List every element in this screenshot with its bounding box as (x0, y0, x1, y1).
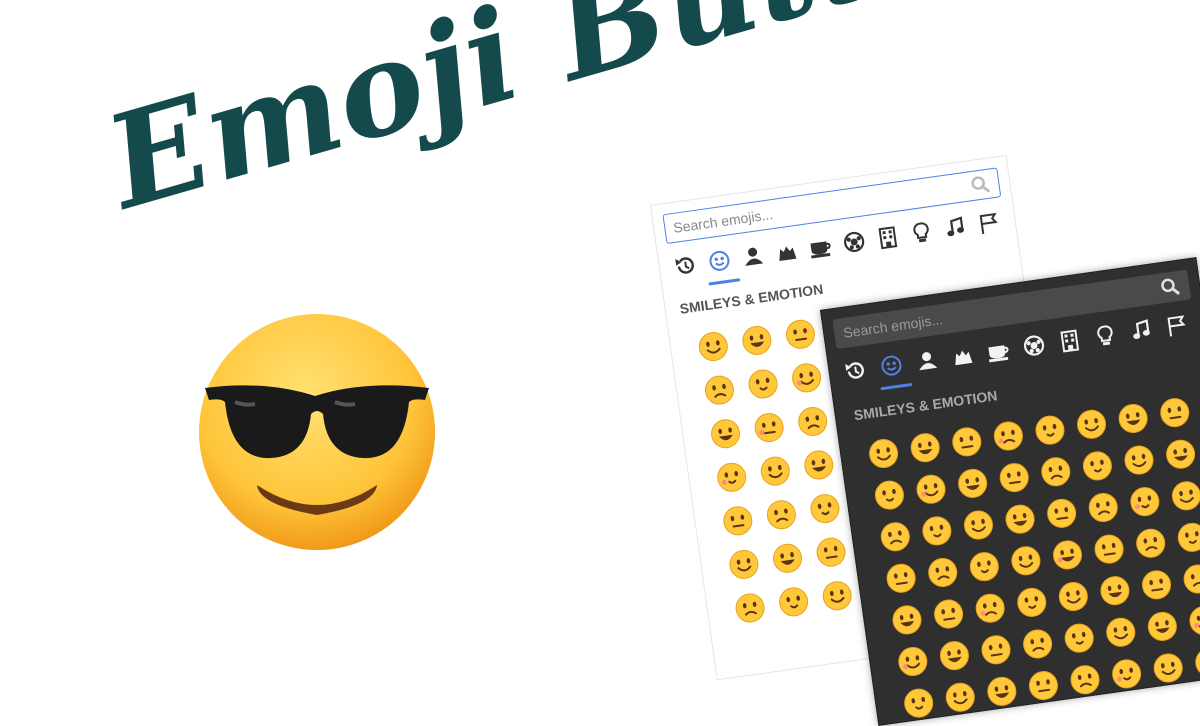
emoji-cell[interactable] (868, 438, 900, 470)
emoji-cell[interactable] (698, 331, 730, 363)
emoji-cell[interactable] (1141, 569, 1173, 601)
emoji-cell[interactable] (716, 461, 748, 493)
emoji-cell[interactable] (1171, 480, 1200, 512)
emoji-cell[interactable] (1111, 658, 1143, 690)
emoji-cell[interactable] (1159, 397, 1191, 429)
emoji-cell[interactable] (1004, 503, 1036, 535)
emoji-cell[interactable] (785, 319, 817, 351)
emoji-cell[interactable] (944, 681, 976, 713)
emoji-cell[interactable] (986, 676, 1018, 708)
emoji-cell[interactable] (903, 687, 935, 719)
emoji-cell[interactable] (1022, 628, 1054, 660)
emoji-cell[interactable] (1147, 611, 1179, 643)
emoji-cell[interactable] (1087, 492, 1119, 524)
emoji-cell[interactable] (963, 509, 995, 541)
emoji-cell[interactable] (897, 646, 929, 678)
emoji-cell[interactable] (1105, 616, 1137, 648)
emoji-cell[interactable] (772, 542, 804, 574)
emoji-cell[interactable] (704, 374, 736, 406)
emoji-cell[interactable] (1028, 670, 1060, 702)
emoji-cell[interactable] (1117, 403, 1149, 435)
emoji-cell[interactable] (741, 325, 773, 357)
emoji-cell[interactable] (1194, 646, 1200, 678)
emoji-cell[interactable] (915, 473, 947, 505)
emoji-cell[interactable] (1010, 545, 1042, 577)
emoji-cell[interactable] (1069, 664, 1101, 696)
emoji-cell[interactable] (1058, 581, 1090, 613)
emoji-cell[interactable] (1182, 563, 1200, 595)
emoji-grid (868, 397, 1200, 719)
emoji-cell[interactable] (921, 515, 953, 547)
emoji-cell[interactable] (722, 505, 754, 537)
emoji-cell[interactable] (951, 426, 983, 458)
emoji-cell[interactable] (933, 598, 965, 630)
emoji-cell[interactable] (1040, 456, 1072, 488)
emoji-cell[interactable] (1165, 438, 1197, 470)
emoji-cell[interactable] (879, 521, 911, 553)
emoji-cell[interactable] (766, 499, 798, 531)
emoji-cell[interactable] (1034, 414, 1066, 446)
emoji-cell[interactable] (734, 592, 766, 624)
emoji-cell[interactable] (803, 449, 835, 481)
emoji-cell[interactable] (974, 592, 1006, 624)
emoji-cell[interactable] (1093, 533, 1125, 565)
emoji-cell[interactable] (778, 586, 810, 618)
emoji-cell[interactable] (1016, 587, 1048, 619)
sunglasses-emoji-icon (199, 314, 435, 550)
emoji-cell[interactable] (797, 406, 829, 438)
emoji-cell[interactable] (980, 634, 1012, 666)
emoji-cell[interactable] (809, 493, 841, 525)
emoji-cell[interactable] (728, 549, 760, 581)
emoji-cell[interactable] (1123, 444, 1155, 476)
emoji-cell[interactable] (1082, 450, 1114, 482)
emoji-cell[interactable] (759, 455, 791, 487)
emoji-cell[interactable] (791, 362, 823, 394)
emoji-cell[interactable] (1176, 522, 1200, 554)
emoji-cell[interactable] (1063, 622, 1095, 654)
emoji-cell[interactable] (815, 536, 847, 568)
emoji-cell[interactable] (969, 551, 1001, 583)
emoji-cell[interactable] (909, 432, 941, 464)
emoji-cell[interactable] (753, 412, 785, 444)
emoji-picker-dark: Search emojis... SMILEYS & EMOTION (820, 257, 1200, 726)
emoji-cell[interactable] (821, 580, 853, 612)
emoji-cell[interactable] (957, 468, 989, 500)
emoji-cell[interactable] (1076, 409, 1108, 441)
emoji-cell[interactable] (927, 557, 959, 589)
emoji-cell[interactable] (874, 479, 906, 511)
emoji-cell[interactable] (1099, 575, 1131, 607)
emoji-cell[interactable] (891, 604, 923, 636)
emoji-cell[interactable] (1152, 652, 1184, 684)
emoji-cell[interactable] (747, 368, 779, 400)
emoji-cell[interactable] (993, 420, 1025, 452)
emoji-cell[interactable] (939, 640, 971, 672)
emoji-cell[interactable] (998, 462, 1030, 494)
emoji-cell[interactable] (1052, 539, 1084, 571)
emoji-cell[interactable] (1135, 527, 1167, 559)
emoji-cell[interactable] (1129, 486, 1161, 518)
emoji-cell[interactable] (1046, 498, 1078, 530)
emoji-cell[interactable] (1188, 605, 1200, 637)
emoji-cell[interactable] (885, 563, 917, 595)
emoji-cell[interactable] (710, 418, 742, 450)
